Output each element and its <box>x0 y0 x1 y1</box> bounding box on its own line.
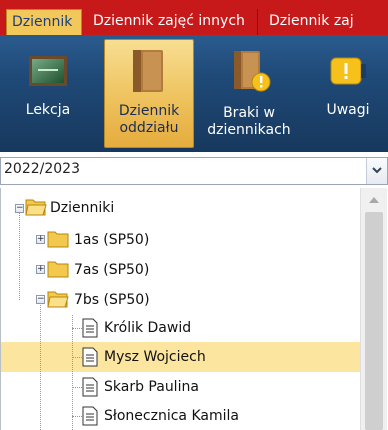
scrollbar-thumb[interactable] <box>365 212 383 430</box>
tree-node-student[interactable]: Skarb Paulina <box>82 375 342 401</box>
expand-toggle-icon[interactable]: + <box>36 265 45 274</box>
lekcja-label: Lekcja <box>25 102 71 118</box>
tree-connector <box>19 212 20 300</box>
vertical-scrollbar[interactable] <box>360 188 387 430</box>
collapse-toggle-icon[interactable]: − <box>15 204 24 213</box>
book-icon <box>133 50 163 92</box>
tab-dziennik-zaj[interactable]: Dziennik zaj <box>264 9 388 35</box>
tree-connector <box>72 328 82 329</box>
tree-node-student[interactable]: Królik Dawid <box>82 316 342 342</box>
ribbon: Lekcja Dziennik oddziału Braki w dzienni… <box>0 35 388 152</box>
tree-connector <box>72 387 82 388</box>
braki-w-dziennikach-button[interactable]: Braki w dziennikach <box>198 35 300 152</box>
warning-note-icon <box>330 57 366 85</box>
dziennik-oddzialu-button[interactable]: Dziennik oddziału <box>104 39 194 148</box>
book-warning-icon <box>234 51 271 92</box>
folder-icon <box>47 261 69 278</box>
tree-node-label: Skarb Paulina <box>104 379 199 395</box>
tree-node-label: Mysz Wojciech <box>104 349 206 365</box>
tree-node-label: Słonecznica Kamila <box>104 408 239 424</box>
tree-connector <box>72 315 73 430</box>
document-icon <box>82 406 98 426</box>
braki-label: Braki w dziennikach <box>207 105 291 138</box>
tree-node-label: 7bs (SP50) <box>74 292 150 308</box>
tree-node-class[interactable]: + 1as (SP50) <box>34 228 234 254</box>
tree-node-class[interactable]: + 7as (SP50) <box>34 258 234 284</box>
folder-open-icon <box>47 291 69 308</box>
tree-node-label: 1as (SP50) <box>74 232 150 248</box>
collapse-toggle-icon[interactable]: − <box>36 295 45 304</box>
tree-node-label: 7as (SP50) <box>74 262 150 278</box>
chevron-down-icon <box>372 167 382 174</box>
scroll-up-arrow-icon[interactable] <box>369 197 379 203</box>
folder-open-icon <box>25 199 47 216</box>
year-select[interactable]: 2022/2023 <box>0 157 388 185</box>
document-icon <box>82 318 98 338</box>
tree-node-label: Dzienniki <box>50 200 115 216</box>
tab-dziennik[interactable]: Dziennik <box>6 9 82 35</box>
tab-bar: Dziennik Dziennik zajęć innych Dziennik … <box>0 0 388 36</box>
tree-node-root[interactable]: − Dzienniki <box>13 196 213 222</box>
tree-node-student-selected[interactable]: Mysz Wojciech <box>82 345 342 371</box>
folder-icon <box>47 231 69 248</box>
expand-toggle-icon[interactable]: + <box>36 235 45 244</box>
year-select-dropdown-button[interactable] <box>366 158 387 184</box>
tree-connector <box>72 416 82 417</box>
tree-node-label: Królik Dawid <box>104 320 192 336</box>
document-icon <box>82 377 98 397</box>
tree-connector <box>40 305 41 430</box>
tree-node-student[interactable]: Słonecznica Kamila <box>82 404 342 430</box>
year-select-value: 2022/2023 <box>4 161 80 177</box>
uwagi-label: Uwagi <box>326 102 370 118</box>
lekcja-button[interactable]: Lekcja <box>8 35 88 152</box>
tree-node-class[interactable]: − 7bs (SP50) <box>34 288 234 314</box>
dziennik-oddzialu-label: Dziennik oddziału <box>118 103 180 136</box>
document-icon <box>82 347 98 367</box>
tab-dziennik-zajec-innych[interactable]: Dziennik zajęć innych <box>88 9 258 35</box>
tree-connector <box>72 357 82 358</box>
chalkboard-icon <box>29 56 67 86</box>
uwagi-button[interactable]: Uwagi <box>308 35 388 152</box>
